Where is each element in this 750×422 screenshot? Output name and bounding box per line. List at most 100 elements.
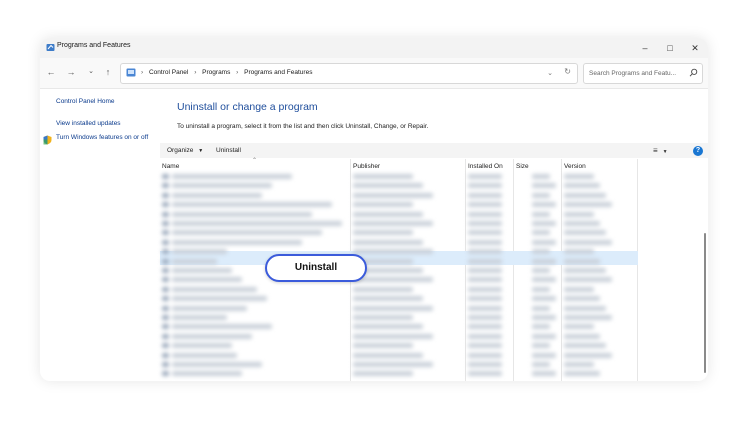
- blurred-cell: [468, 192, 502, 198]
- back-arrow-icon[interactable]: ←: [45, 66, 57, 78]
- list-item[interactable]: [160, 294, 630, 303]
- list-item[interactable]: [160, 210, 630, 219]
- list-item[interactable]: [160, 304, 630, 313]
- list-item[interactable]: [160, 219, 630, 228]
- blurred-cell: [353, 324, 423, 330]
- list-item[interactable]: [160, 238, 630, 247]
- blurred-cell: [564, 230, 606, 236]
- list-item[interactable]: [160, 191, 630, 200]
- blurred-cell: [564, 296, 600, 302]
- blurred-cell: [532, 174, 550, 179]
- list-item[interactable]: [160, 322, 630, 331]
- close-button[interactable]: ✕: [688, 41, 702, 55]
- list-item[interactable]: [160, 351, 630, 360]
- blurred-cell: [162, 362, 169, 367]
- blurred-cell: [468, 315, 502, 320]
- refresh-icon[interactable]: ↻: [564, 67, 571, 76]
- blurred-cell: [162, 352, 169, 358]
- column-divider: [637, 159, 638, 381]
- list-item[interactable]: [160, 360, 630, 369]
- blurred-cell: [162, 258, 169, 264]
- blurred-cell: [532, 221, 556, 226]
- blurred-cell: [172, 343, 232, 349]
- column-header-version[interactable]: Version: [564, 163, 586, 170]
- blurred-cell: [468, 249, 502, 255]
- column-header-size[interactable]: Size: [516, 163, 529, 170]
- list-item[interactable]: [160, 332, 630, 341]
- list-item[interactable]: [160, 257, 630, 266]
- uninstall-callout-button[interactable]: Uninstall: [265, 254, 367, 282]
- breadcrumb-control-panel[interactable]: Control Panel: [149, 69, 188, 76]
- chevron-down-icon[interactable]: ⌄: [547, 69, 553, 77]
- column-header-publisher[interactable]: Publisher: [353, 163, 380, 170]
- blurred-cell: [532, 296, 556, 302]
- program-list[interactable]: [160, 172, 630, 381]
- blurred-cell: [468, 371, 502, 377]
- list-item[interactable]: [160, 313, 630, 322]
- list-item[interactable]: [160, 369, 630, 378]
- address-bar[interactable]: › Control Panel › Programs › Programs an…: [120, 63, 578, 84]
- blurred-cell: [162, 324, 169, 330]
- blurred-cell: [353, 192, 433, 198]
- blurred-cell: [532, 315, 556, 320]
- breadcrumb-programs-and-features[interactable]: Programs and Features: [244, 69, 312, 76]
- blurred-cell: [532, 211, 550, 217]
- blurred-cell: [532, 258, 556, 264]
- list-item[interactable]: [160, 172, 630, 181]
- shield-icon: [43, 135, 52, 145]
- list-item[interactable]: [160, 228, 630, 237]
- blurred-cell: [172, 371, 242, 377]
- blurred-cell: [172, 286, 257, 292]
- blurred-cell: [353, 239, 423, 245]
- list-item[interactable]: [160, 181, 630, 190]
- blurred-cell: [172, 174, 292, 179]
- maximize-button[interactable]: □: [663, 41, 677, 55]
- minimize-button[interactable]: –: [638, 41, 652, 55]
- blurred-cell: [172, 192, 262, 198]
- up-arrow-icon[interactable]: ↑: [102, 66, 114, 78]
- blurred-cell: [353, 296, 423, 302]
- organize-button[interactable]: Organize ▼: [167, 147, 203, 154]
- blurred-cell: [564, 249, 594, 255]
- column-header-name[interactable]: Name: [162, 163, 179, 170]
- list-item[interactable]: [160, 341, 630, 350]
- sidebar-control-panel-home[interactable]: Control Panel Home: [56, 98, 115, 106]
- sidebar-turn-windows-features[interactable]: Turn Windows features on or off: [56, 134, 156, 142]
- list-item[interactable]: [160, 275, 630, 284]
- blurred-cell: [353, 352, 423, 358]
- blurred-cell: [353, 333, 433, 339]
- blurred-cell: [468, 202, 502, 208]
- column-header-installed-on[interactable]: Installed On: [468, 163, 503, 170]
- search-input[interactable]: [587, 66, 689, 81]
- view-options-icon[interactable]: ≡ ▼: [653, 146, 668, 155]
- blurred-cell: [468, 324, 502, 330]
- blurred-cell: [172, 258, 217, 264]
- vertical-scrollbar[interactable]: [704, 233, 706, 373]
- breadcrumb-programs[interactable]: Programs: [202, 69, 230, 76]
- uninstall-toolbar-button[interactable]: Uninstall: [216, 147, 241, 154]
- sort-indicator-icon: ⌃: [252, 158, 258, 164]
- help-icon[interactable]: ?: [693, 146, 703, 156]
- blurred-cell: [468, 183, 502, 189]
- blurred-cell: [468, 277, 502, 283]
- blurred-cell: [162, 174, 169, 179]
- list-item[interactable]: [160, 247, 630, 256]
- blurred-cell: [172, 333, 252, 339]
- blurred-cell: [162, 315, 169, 320]
- blurred-cell: [468, 305, 502, 311]
- blurred-cell: [532, 268, 550, 273]
- blurred-cell: [162, 268, 169, 273]
- list-item[interactable]: [160, 285, 630, 294]
- list-item[interactable]: [160, 200, 630, 209]
- blurred-cell: [353, 305, 433, 311]
- blurred-cell: [468, 343, 502, 349]
- list-item[interactable]: [160, 266, 630, 275]
- forward-arrow-icon[interactable]: →: [65, 66, 77, 78]
- search-box[interactable]: [583, 63, 703, 84]
- chevron-down-icon[interactable]: ⌄: [85, 66, 97, 78]
- control-panel-icon: [126, 68, 136, 77]
- blurred-cell: [353, 221, 433, 226]
- search-icon[interactable]: [689, 68, 698, 77]
- sidebar-view-installed-updates[interactable]: View installed updates: [56, 120, 121, 128]
- blurred-cell: [532, 202, 556, 208]
